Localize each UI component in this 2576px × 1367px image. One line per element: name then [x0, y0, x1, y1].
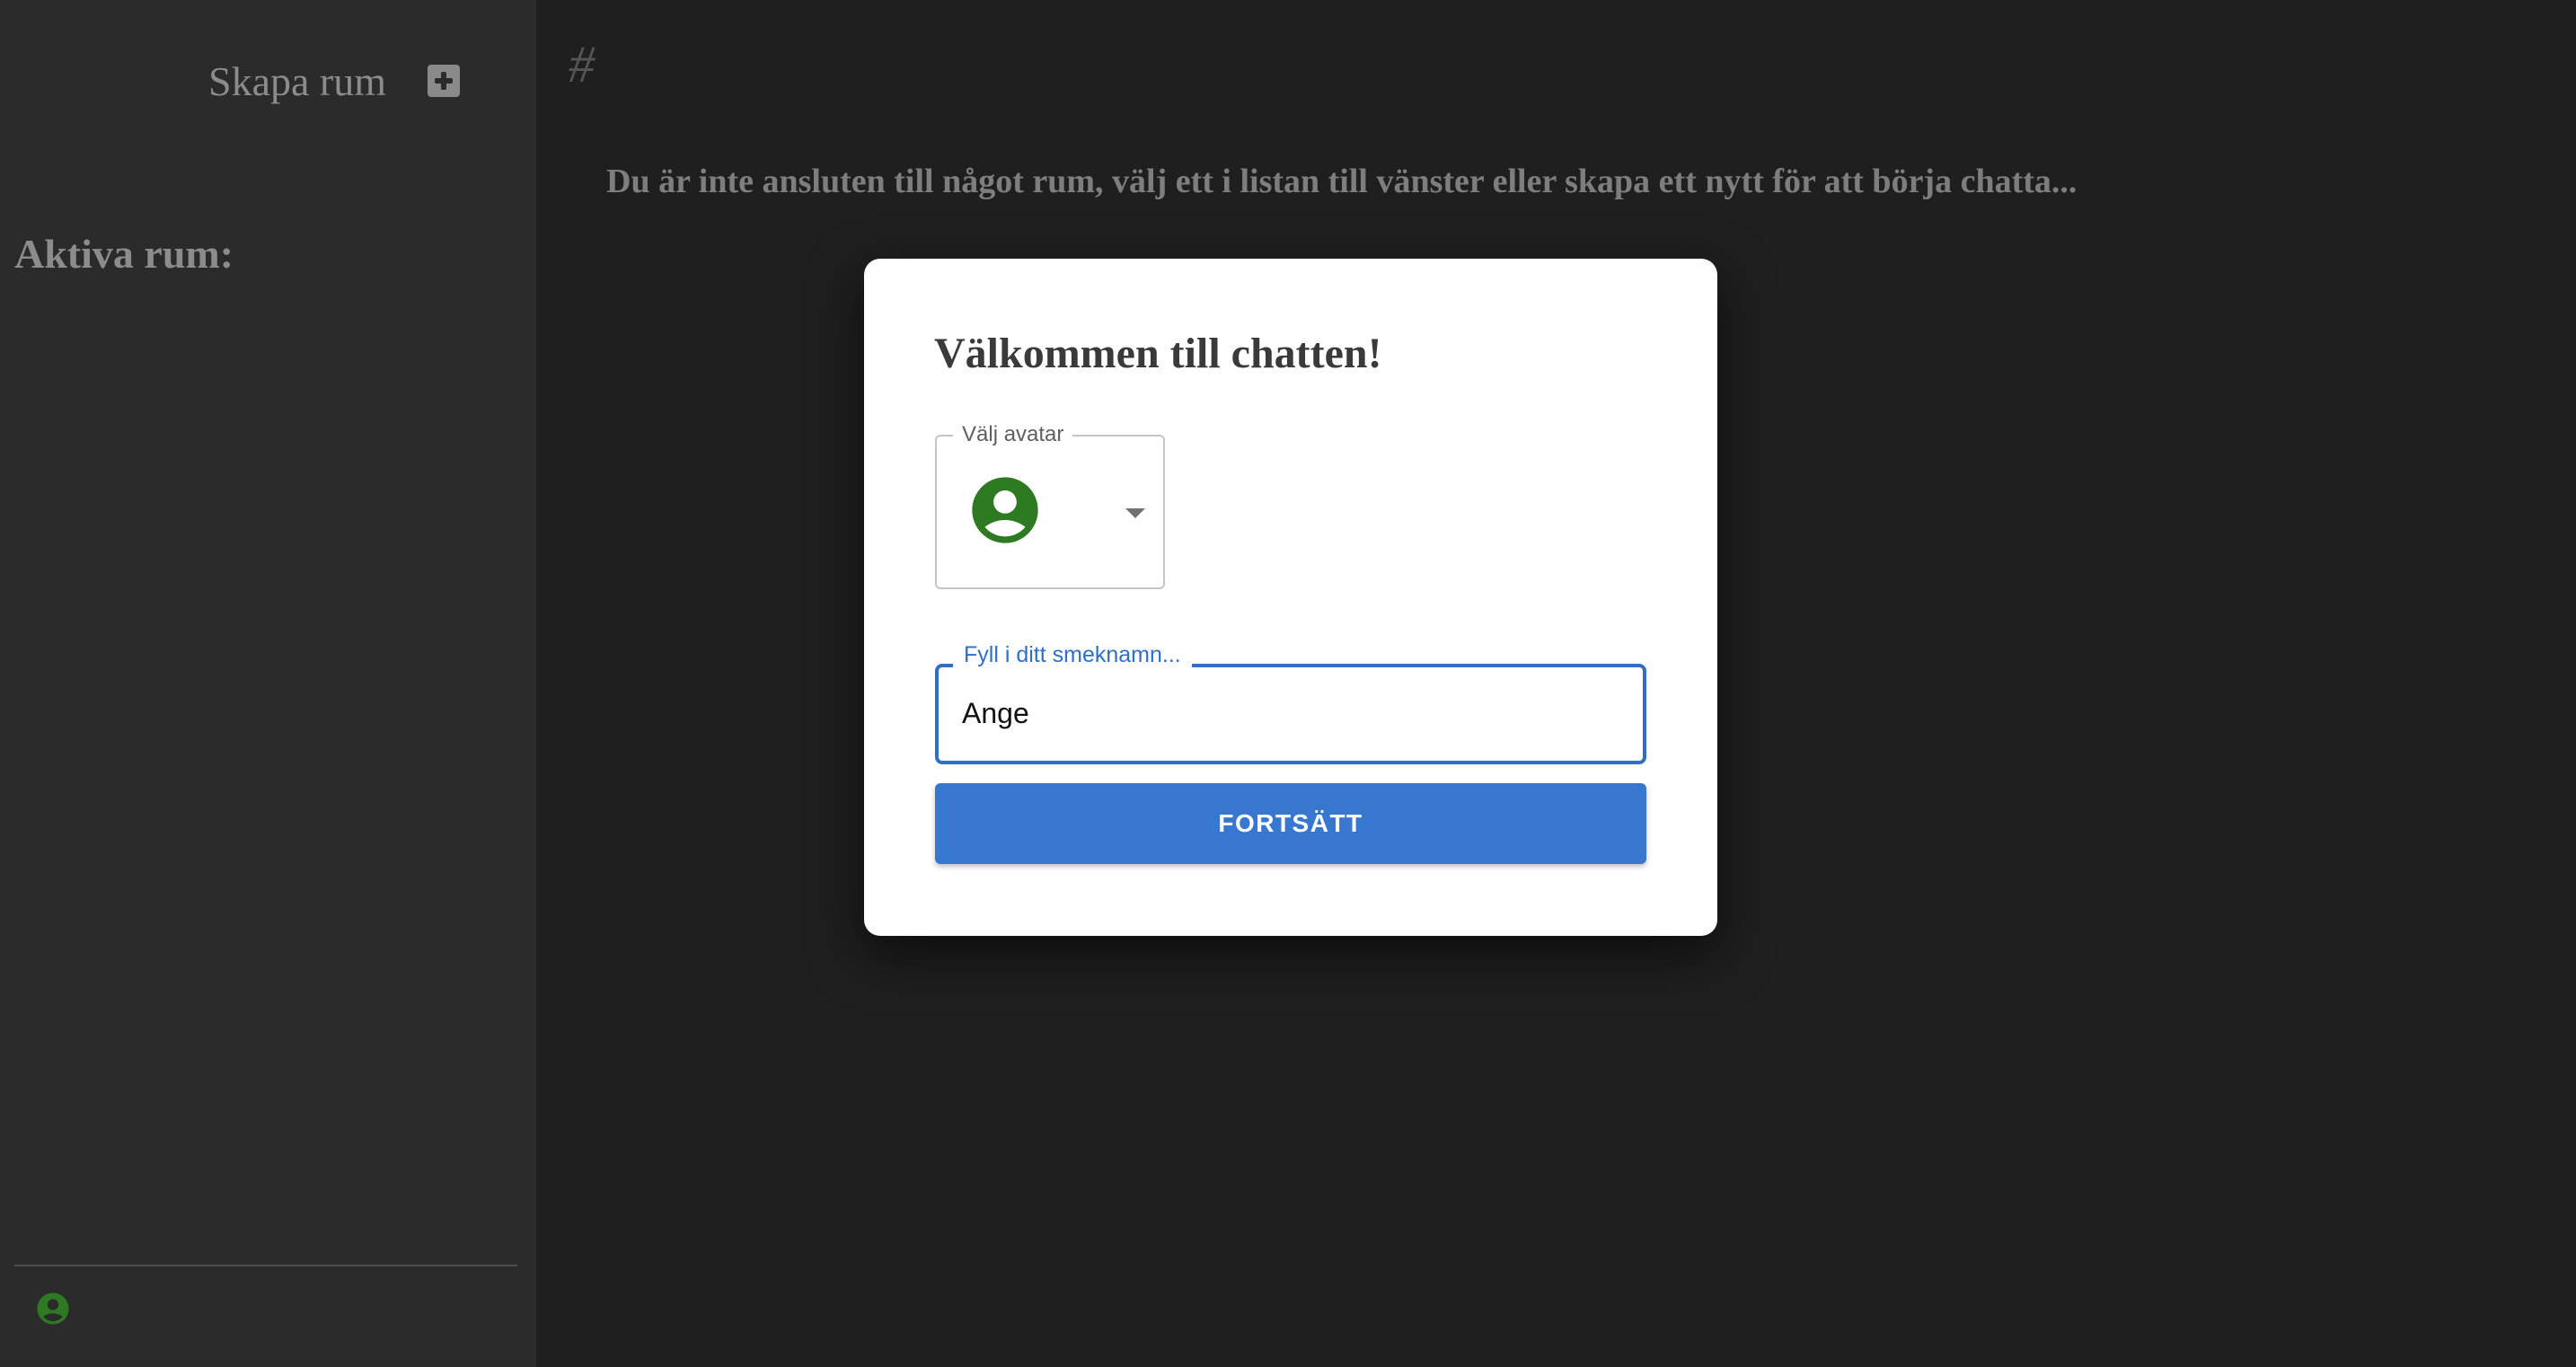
create-room[interactable]: Skapa rum [208, 52, 461, 110]
account-circle-icon [972, 477, 1038, 543]
active-rooms-heading: Aktiva rum: [14, 231, 234, 277]
chevron-down-icon[interactable] [1125, 508, 1145, 518]
dialog-title: Välkommen till chatten! [934, 330, 1382, 377]
continue-button[interactable]: FORTSÄTT [935, 783, 1646, 864]
add-room-icon[interactable] [428, 65, 461, 97]
account-circle-icon[interactable] [34, 1290, 72, 1327]
avatar-select-label: Välj avatar [953, 422, 1073, 447]
create-room-label[interactable]: Skapa rum [208, 57, 386, 105]
avatar-select[interactable]: Välj avatar [935, 422, 1165, 589]
sidebar-divider [14, 1265, 517, 1266]
nickname-input[interactable] [960, 685, 1610, 741]
not-connected-message: Du är inte ansluten till något rum, välj… [606, 163, 2078, 200]
nickname-label: Fyll i ditt smeknamn... [953, 639, 1192, 671]
channel-hash: # [569, 35, 595, 93]
sidebar: Skapa rum Aktiva rum: [0, 0, 536, 1367]
welcome-dialog: Välkommen till chatten! Välj avatar Fyll… [864, 259, 1717, 936]
nickname-field[interactable]: Fyll i ditt smeknamn... [935, 639, 1646, 764]
